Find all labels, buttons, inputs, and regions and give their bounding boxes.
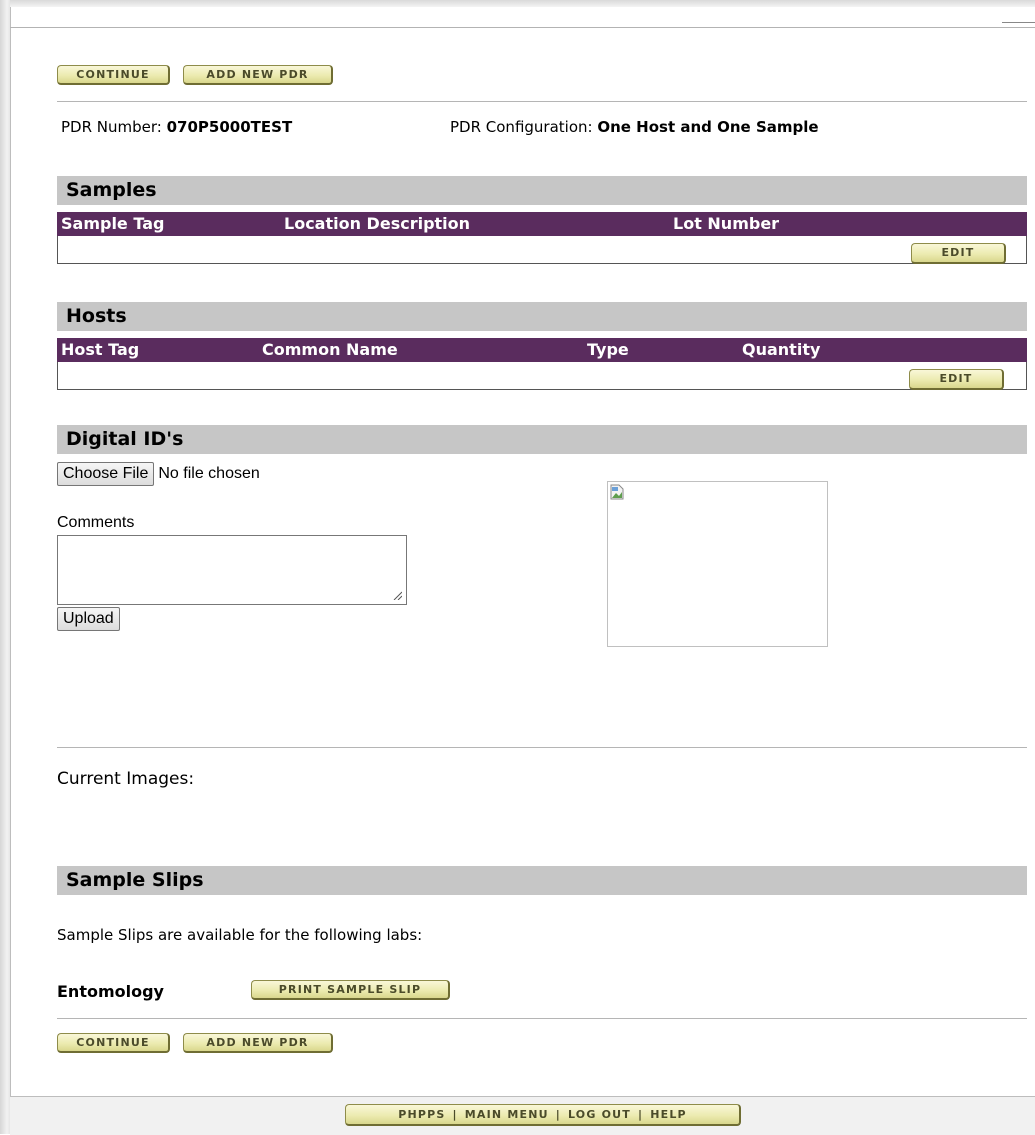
footer-separator: |	[555, 1108, 561, 1121]
samples-edit-button[interactable]: EDIT	[911, 243, 1006, 264]
window-frame-top	[10, 0, 1035, 7]
column-location-description: Location Description	[284, 214, 471, 233]
pdr-configuration: PDR Configuration: One Host and One Samp…	[450, 118, 819, 136]
choose-file-button[interactable]: Choose File	[57, 462, 155, 486]
pdr-number-label: PDR Number:	[61, 118, 162, 136]
samples-title: Samples	[66, 179, 157, 201]
digital-ids-title: Digital ID's	[66, 428, 184, 450]
sample-slips-intro: Sample Slips are available for the follo…	[57, 926, 423, 944]
samples-table-header: Sample Tag Location Description Lot Numb…	[57, 212, 1027, 236]
add-new-pdr-button-top[interactable]: ADD NEW PDR	[183, 65, 333, 85]
image-preview	[607, 481, 828, 647]
continue-button-top[interactable]: CONTINUE	[57, 65, 170, 85]
pdr-configuration-label: PDR Configuration:	[450, 118, 593, 136]
footer-link-main-menu[interactable]: MAIN MENU	[465, 1108, 549, 1121]
upload-wrapper: Upload	[57, 607, 120, 631]
comments-textarea[interactable]	[57, 535, 407, 605]
top-divider-accent	[1002, 22, 1035, 23]
column-common-name: Common Name	[262, 340, 398, 359]
file-picker: Choose File No file chosen	[57, 462, 260, 486]
column-sample-tag: Sample Tag	[61, 214, 165, 233]
add-new-pdr-button-bottom[interactable]: ADD NEW PDR	[183, 1033, 333, 1053]
footer-link-log-out[interactable]: LOG OUT	[568, 1108, 631, 1121]
hosts-table-header: Host Tag Common Name Type Quantity	[57, 338, 1027, 362]
footer-link-help[interactable]: HELP	[650, 1108, 687, 1121]
current-images-label: Current Images:	[57, 769, 195, 789]
top-divider	[10, 27, 1035, 28]
continue-button-bottom[interactable]: CONTINUE	[57, 1033, 170, 1053]
hosts-edit-button[interactable]: EDIT	[909, 369, 1004, 390]
divider	[57, 101, 1027, 102]
print-sample-slip-button[interactable]: PRINT SAMPLE SLIP	[251, 980, 450, 1000]
divider	[57, 1018, 1027, 1019]
upload-button[interactable]: Upload	[57, 607, 120, 631]
samples-table-row	[57, 236, 1027, 264]
no-file-chosen-text: No file chosen	[158, 465, 260, 482]
sample-slips-title: Sample Slips	[66, 869, 204, 891]
column-host-tag: Host Tag	[61, 340, 140, 359]
pdr-number-value: 070P5000TEST	[166, 118, 293, 136]
hosts-title: Hosts	[66, 305, 127, 327]
footer-link-phpps[interactable]: PHPPS	[398, 1108, 445, 1121]
resize-grip-icon[interactable]	[392, 590, 402, 600]
column-lot-number: Lot Number	[673, 214, 780, 233]
footer-nav: PHPPS | MAIN MENU | LOG OUT | HELP	[345, 1104, 741, 1126]
divider	[57, 747, 1027, 748]
samples-section-header: Samples	[57, 176, 1027, 205]
comments-label: Comments	[57, 514, 135, 531]
pdr-configuration-value: One Host and One Sample	[597, 118, 819, 136]
hosts-section-header: Hosts	[57, 302, 1027, 331]
footer-separator: |	[637, 1108, 644, 1121]
hosts-table-row	[57, 362, 1027, 390]
footer-separator: |	[452, 1108, 458, 1121]
column-quantity: Quantity	[742, 340, 821, 359]
column-type: Type	[587, 340, 629, 359]
sample-slips-section-header: Sample Slips	[57, 866, 1027, 895]
lab-name: Entomology	[57, 982, 164, 1001]
pdr-number: PDR Number: 070P5000TEST	[61, 118, 292, 136]
digital-ids-section-header: Digital ID's	[57, 425, 1027, 454]
window-frame-left	[0, 0, 11, 1134]
broken-image-icon	[610, 484, 624, 500]
